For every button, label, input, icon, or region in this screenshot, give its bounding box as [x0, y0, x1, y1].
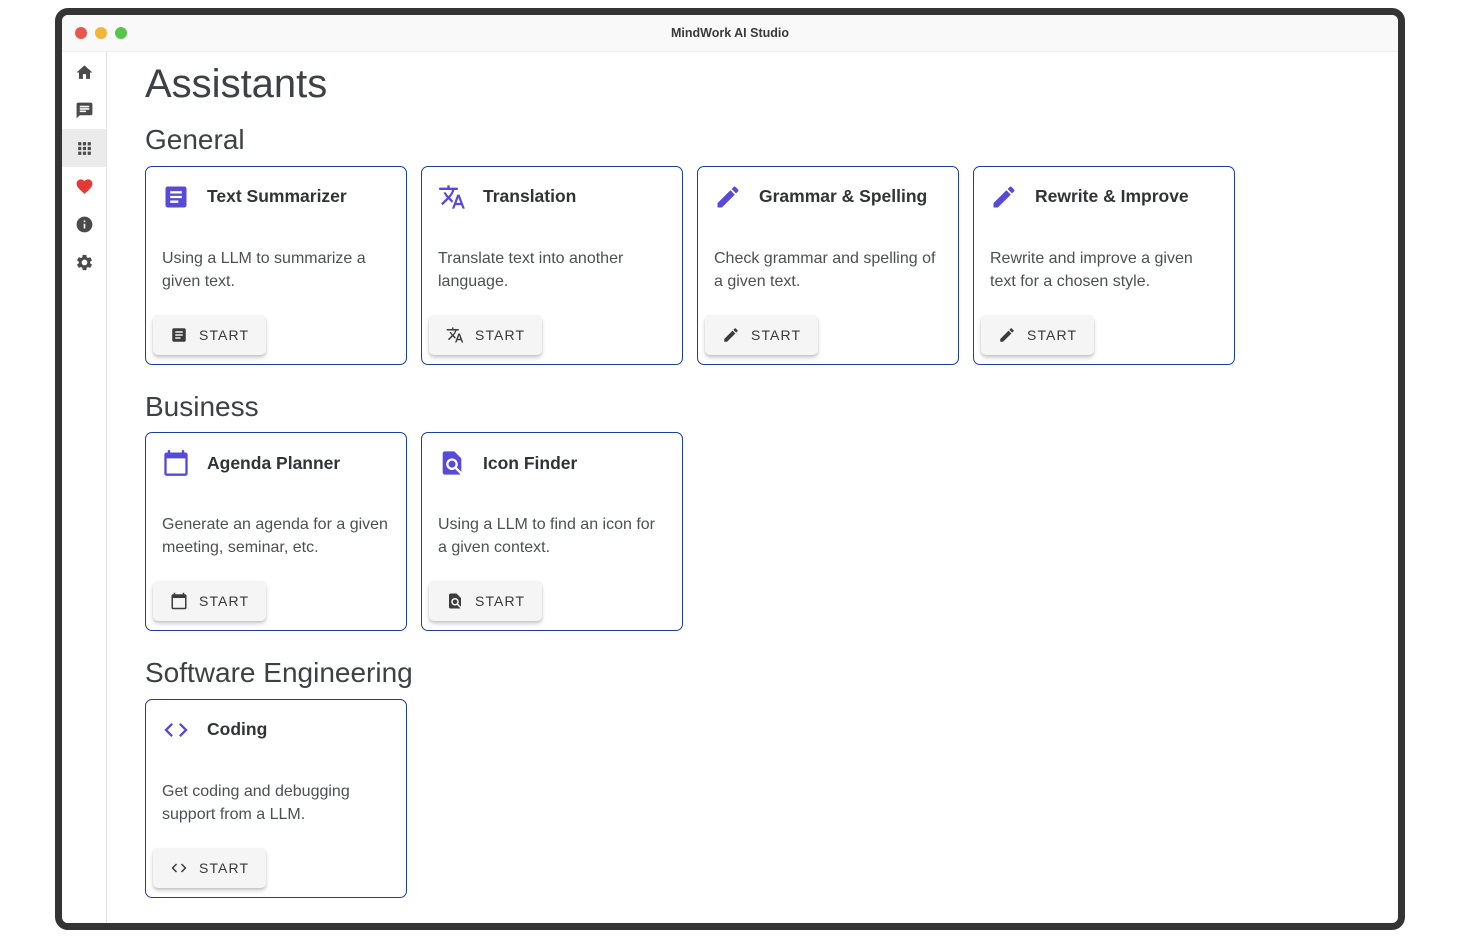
section-heading-software-engineering: Software Engineering: [145, 656, 1398, 690]
document-icon: [170, 326, 188, 344]
card-actions: START: [429, 581, 666, 621]
sidebar-item-home[interactable]: [62, 53, 106, 91]
start-button[interactable]: START: [153, 315, 266, 355]
code-icon: [162, 716, 190, 744]
start-button-label: START: [475, 327, 525, 343]
card-text-summarizer: Text Summarizer Using a LLM to summarize…: [145, 166, 407, 365]
card-actions: START: [153, 315, 390, 355]
sidebar-item-heart[interactable]: [62, 167, 106, 205]
document-search-icon: [446, 592, 464, 610]
info-icon: [75, 215, 94, 234]
card-rewrite-improve: Rewrite & Improve Rewrite and improve a …: [973, 166, 1235, 365]
card-row-software-engineering: Coding Get coding and debugging support …: [145, 699, 1398, 898]
card-description: Generate an agenda for a given meeting, …: [162, 513, 390, 559]
minimize-window-button[interactable]: [95, 27, 107, 39]
start-button[interactable]: START: [981, 315, 1094, 355]
start-button-label: START: [475, 593, 525, 609]
card-title: Grammar & Spelling: [759, 186, 927, 207]
calendar-icon: [170, 592, 188, 610]
start-button-label: START: [1027, 327, 1077, 343]
card-header: Rewrite & Improve: [990, 183, 1218, 211]
translate-icon: [438, 183, 466, 211]
card-icon-finder: Icon Finder Using a LLM to find an icon …: [421, 432, 683, 631]
card-header: Coding: [162, 716, 390, 744]
document-icon: [162, 183, 190, 211]
section-heading-business: Business: [145, 390, 1398, 424]
card-description: Using a LLM to find an icon for a given …: [438, 513, 666, 559]
start-button-label: START: [751, 327, 801, 343]
card-title: Icon Finder: [483, 453, 577, 474]
card-translation: Translation Translate text into another …: [421, 166, 683, 365]
card-row-business: Agenda Planner Generate an agenda for a …: [145, 432, 1398, 631]
sidebar-item-settings[interactable]: [62, 243, 106, 281]
start-button[interactable]: START: [153, 848, 266, 888]
chat-icon: [75, 101, 94, 120]
window-title: MindWork AI Studio: [671, 26, 789, 40]
start-button-label: START: [199, 327, 249, 343]
card-header: Text Summarizer: [162, 183, 390, 211]
card-title: Text Summarizer: [207, 186, 347, 207]
start-button-label: START: [199, 860, 249, 876]
card-description: Get coding and debugging support from a …: [162, 780, 390, 826]
pencil-icon: [714, 183, 742, 211]
start-button[interactable]: START: [429, 581, 542, 621]
translate-icon: [446, 326, 464, 344]
document-search-icon: [438, 449, 466, 477]
card-actions: START: [153, 581, 390, 621]
card-actions: START: [981, 315, 1218, 355]
traffic-lights: [75, 15, 127, 51]
page-title: Assistants: [145, 60, 1398, 108]
pencil-icon: [998, 326, 1016, 344]
sidebar: [62, 52, 107, 923]
card-actions: START: [705, 315, 942, 355]
card-coding: Coding Get coding and debugging support …: [145, 699, 407, 898]
pencil-icon: [990, 183, 1018, 211]
start-button[interactable]: START: [705, 315, 818, 355]
code-icon: [170, 859, 188, 877]
start-button-label: START: [199, 593, 249, 609]
sidebar-item-assistants[interactable]: [62, 129, 106, 167]
card-header: Grammar & Spelling: [714, 183, 942, 211]
start-button[interactable]: START: [429, 315, 542, 355]
close-window-button[interactable]: [75, 27, 87, 39]
main-content: Assistants General Text Summarizer Using…: [107, 52, 1398, 923]
sidebar-item-chats[interactable]: [62, 91, 106, 129]
card-description: Translate text into another language.: [438, 247, 666, 293]
card-agenda-planner: Agenda Planner Generate an agenda for a …: [145, 432, 407, 631]
start-button[interactable]: START: [153, 581, 266, 621]
card-description: Rewrite and improve a given text for a c…: [990, 247, 1218, 293]
card-grammar-spelling: Grammar & Spelling Check grammar and spe…: [697, 166, 959, 365]
pencil-icon: [722, 326, 740, 344]
card-title: Rewrite & Improve: [1035, 186, 1189, 207]
card-title: Agenda Planner: [207, 453, 340, 474]
maximize-window-button[interactable]: [115, 27, 127, 39]
home-icon: [75, 63, 94, 82]
card-description: Using a LLM to summarize a given text.: [162, 247, 390, 293]
card-actions: START: [153, 848, 390, 888]
section-heading-general: General: [145, 123, 1398, 157]
apps-grid-icon: [75, 139, 94, 158]
heart-icon: [75, 177, 94, 196]
calendar-icon: [162, 449, 190, 477]
card-header: Translation: [438, 183, 666, 211]
card-header: Agenda Planner: [162, 449, 390, 477]
gear-icon: [75, 253, 94, 272]
card-title: Translation: [483, 186, 576, 207]
card-row-general: Text Summarizer Using a LLM to summarize…: [145, 166, 1398, 365]
title-bar: MindWork AI Studio: [62, 15, 1398, 52]
card-actions: START: [429, 315, 666, 355]
sidebar-item-info[interactable]: [62, 205, 106, 243]
card-description: Check grammar and spelling of a given te…: [714, 247, 942, 293]
card-header: Icon Finder: [438, 449, 666, 477]
app-window: MindWork AI Studio Assistants: [55, 8, 1405, 930]
card-title: Coding: [207, 719, 267, 740]
